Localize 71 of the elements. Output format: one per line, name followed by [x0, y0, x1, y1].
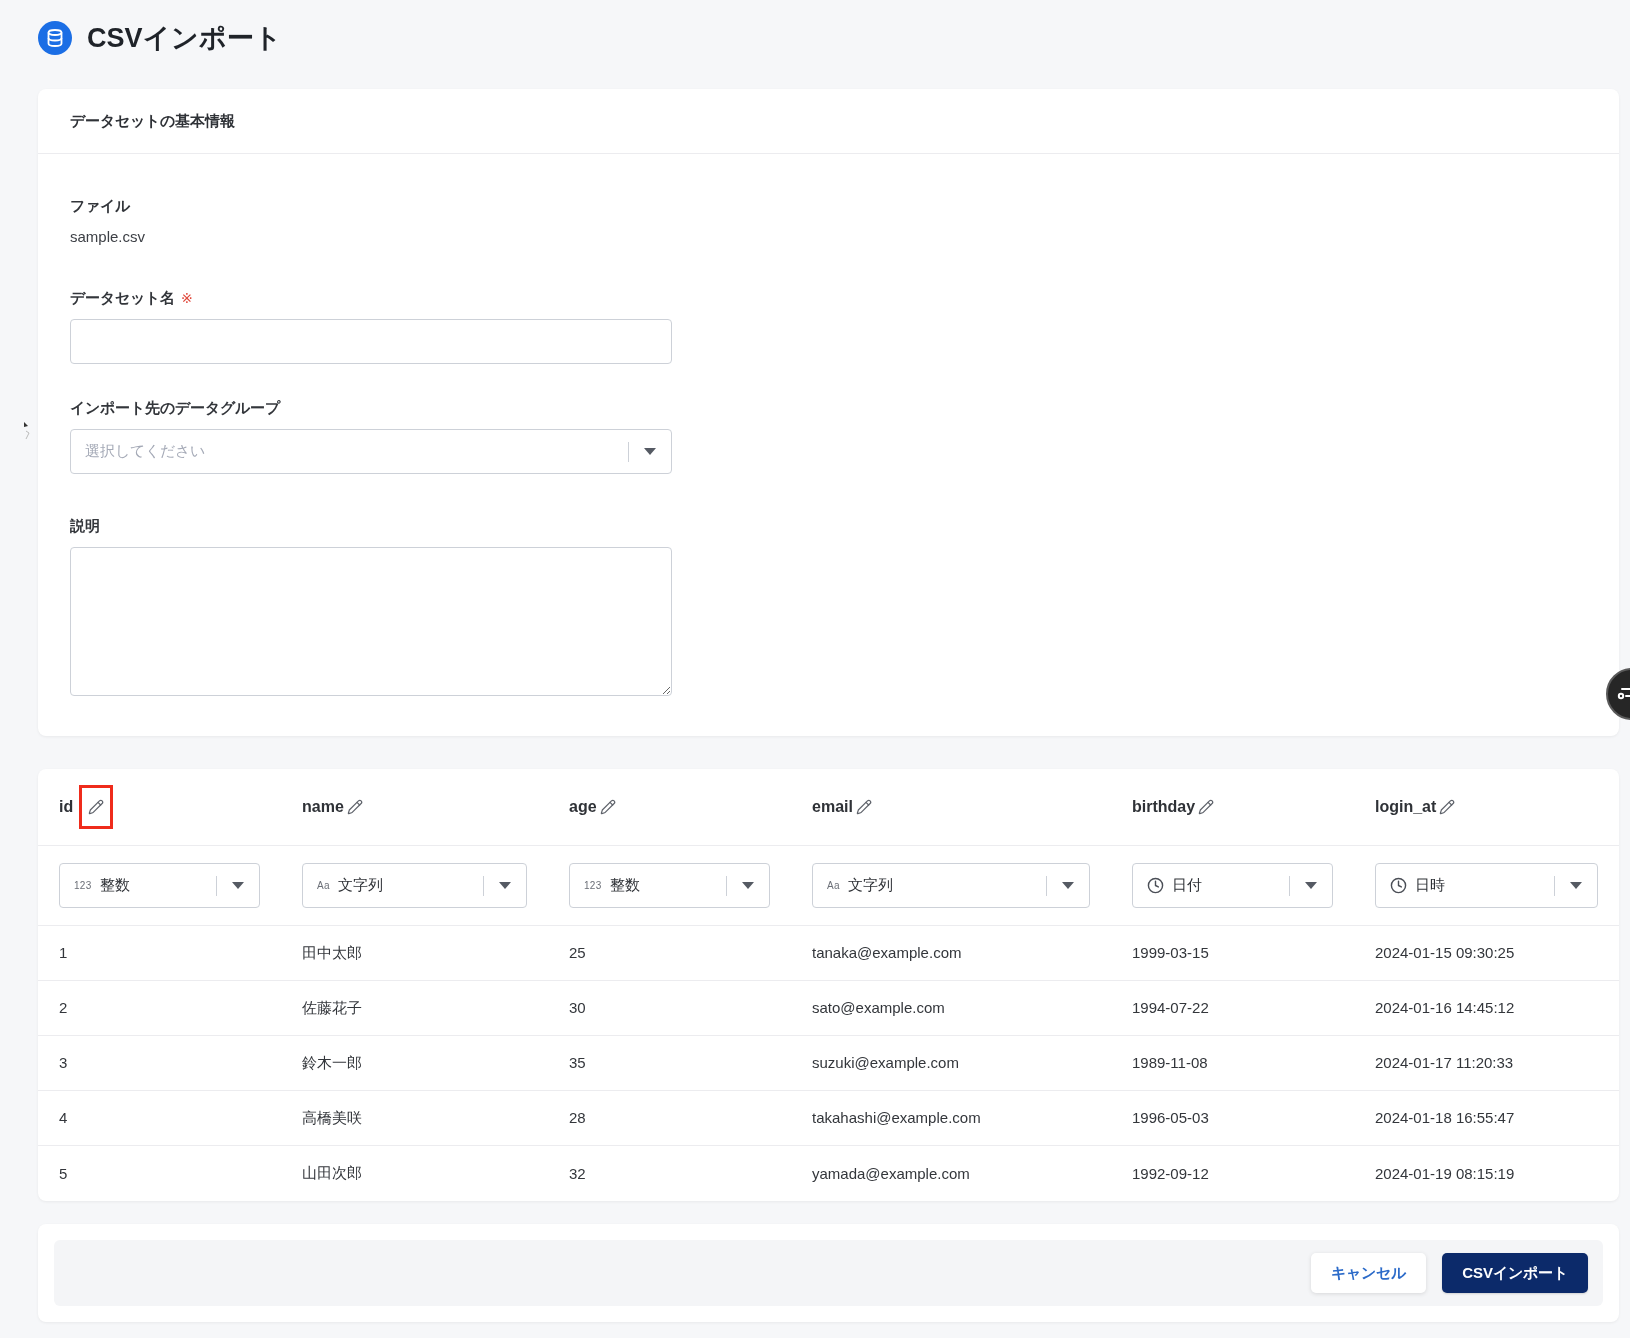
type-select[interactable]: 123 整数: [569, 863, 770, 908]
table-cell: 鈴木一郎: [302, 1053, 362, 1071]
column-header: id: [59, 798, 74, 816]
table-cell: 1: [59, 944, 68, 961]
caret-icon: [1305, 882, 1317, 889]
column-header: age: [569, 798, 597, 816]
type-select[interactable]: Aa 文字列: [302, 863, 527, 908]
column-header: email: [812, 798, 853, 816]
pencil-icon[interactable]: [88, 799, 105, 815]
type-select[interactable]: 日時: [1375, 863, 1598, 908]
table-cell: 2024-01-15 09:30:25: [1375, 944, 1515, 961]
type-select[interactable]: Aa 文字列: [812, 863, 1090, 908]
table-cell: 30: [569, 999, 586, 1016]
caret-icon: [1062, 882, 1074, 889]
table-cell: 3: [59, 1054, 68, 1071]
caret-icon: [499, 882, 511, 889]
table-cell: 2024-01-16 14:45:12: [1375, 999, 1515, 1016]
table-cell: 2024-01-18 16:55:47: [1375, 1109, 1515, 1126]
table-cell: 25: [569, 944, 586, 961]
table-cell: 2024-01-17 11:20:33: [1375, 1054, 1514, 1071]
pencil-icon[interactable]: [346, 799, 363, 815]
caret-icon: [1570, 882, 1582, 889]
type-select[interactable]: 日付: [1132, 863, 1333, 908]
table-cell: suzuki@example.com: [812, 1054, 959, 1071]
column-header: login_at: [1375, 798, 1437, 816]
clock-icon: [1390, 877, 1407, 894]
table-cell: 1996-05-03: [1132, 1109, 1209, 1126]
table-cell: 5: [59, 1164, 68, 1182]
caret-icon: [742, 882, 754, 889]
file-name: sample.csv: [70, 227, 146, 247]
table-cell: takahashi@example.com: [812, 1109, 981, 1126]
table-cell: 35: [569, 1054, 586, 1071]
table-cell: 28: [569, 1109, 586, 1126]
table-cell: 1999-03-15: [1132, 944, 1209, 961]
table-cell: 田中太郎: [302, 943, 362, 961]
pencil-icon[interactable]: [1198, 799, 1215, 815]
caret-icon: [232, 882, 244, 889]
field-label: インポート先のデータグループ: [70, 398, 280, 418]
table-cell: 山田次郎: [302, 1164, 362, 1181]
column-header: name: [302, 798, 344, 816]
handle-icon[interactable]: [23, 419, 31, 441]
table-cell: 1992-09-12: [1132, 1164, 1209, 1182]
table-cell: sato@example.com: [812, 999, 945, 1016]
toggle-icon: [1617, 688, 1630, 700]
caret-icon: [644, 448, 656, 455]
import-button[interactable]: CSVインポート: [1442, 1253, 1588, 1293]
table-cell: 1994-07-22: [1132, 999, 1209, 1016]
field-label: データセット名: [70, 288, 175, 308]
required-mark: ※: [181, 289, 193, 308]
page-title: CSVインポート: [87, 22, 282, 55]
table-cell: 高橋美咲: [302, 1108, 362, 1126]
table-cell: tanaka@example.com: [812, 944, 962, 961]
field-label: ファイル: [70, 196, 130, 216]
field-label: 説明: [70, 516, 100, 536]
card-title: データセットの基本情報: [70, 111, 235, 131]
table-cell: 1989-11-08: [1132, 1054, 1208, 1071]
pencil-icon[interactable]: [855, 799, 872, 815]
type-select[interactable]: 123 整数: [59, 863, 260, 908]
table-cell: 佐藤花子: [302, 998, 362, 1016]
cancel-button[interactable]: キャンセル: [1311, 1253, 1427, 1293]
table-cell: 4: [59, 1109, 68, 1126]
table-cell: 2024-01-19 08:15:19: [1375, 1164, 1515, 1182]
pencil-icon[interactable]: [599, 799, 616, 815]
pencil-icon[interactable]: [1439, 799, 1456, 815]
table-cell: 32: [569, 1164, 586, 1182]
table-cell: 2: [59, 999, 68, 1016]
column-header: birthday: [1132, 798, 1196, 816]
dataset-name-input[interactable]: [70, 319, 672, 364]
clock-icon: [1147, 877, 1164, 894]
database-icon: [38, 21, 72, 55]
table-cell: yamada@example.com: [812, 1164, 970, 1182]
